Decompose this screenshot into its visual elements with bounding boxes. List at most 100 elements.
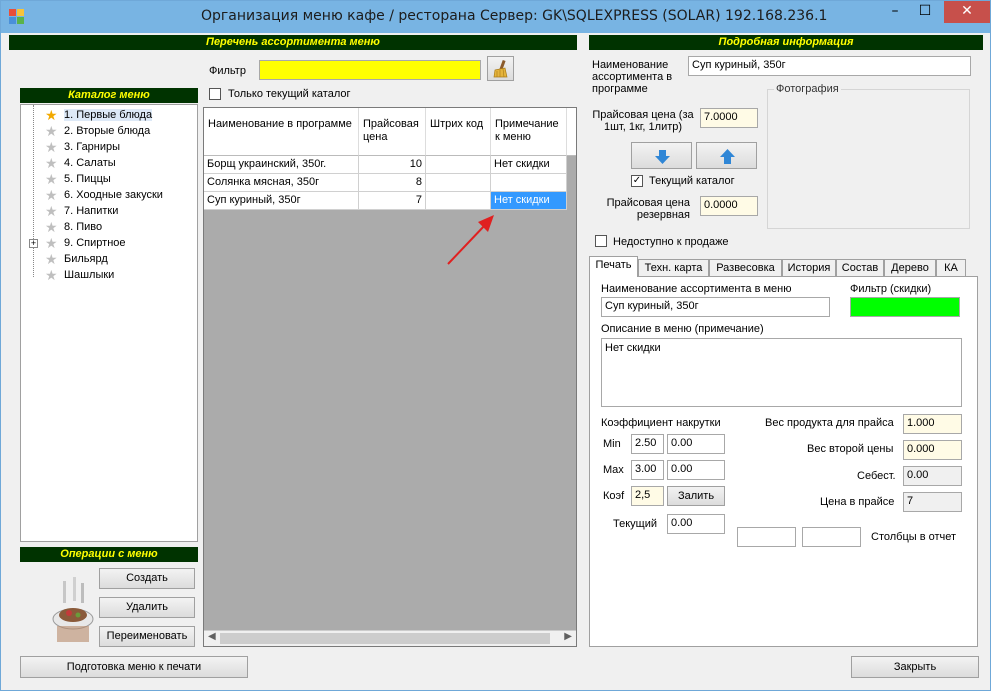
horizontal-scrollbar[interactable]: ◀ ▶ <box>204 630 576 646</box>
cell-note[interactable] <box>491 174 567 192</box>
arrow-up-icon <box>720 149 735 164</box>
main-window: Организация меню кафе / ресторана Сервер… <box>0 0 991 691</box>
star-icon: ★ <box>45 139 58 155</box>
cell-price[interactable]: 10 <box>359 156 426 174</box>
tree-item-shashlik[interactable]: ★ Шашлыки <box>21 268 197 284</box>
tree-item-second-courses[interactable]: ★ 2. Вторые блюда <box>21 124 197 140</box>
tree-item-spirits[interactable]: + ★ 9. Спиртное <box>21 236 197 252</box>
scroll-right-icon[interactable]: ▶ <box>564 631 572 642</box>
current-markup-input[interactable]: 0.00 <box>667 514 725 534</box>
star-icon: ★ <box>45 107 58 123</box>
min-input[interactable]: 2.50 <box>631 434 664 454</box>
star-icon: ★ <box>45 155 58 171</box>
tab-composition[interactable]: Состав <box>836 259 884 277</box>
maximize-button[interactable]: ☐ <box>911 1 939 23</box>
catalog-tree[interactable]: ★ 1. Первые блюда ★ 2. Вторые блюда ★ 3.… <box>20 104 198 542</box>
delete-button[interactable]: Удалить <box>99 597 195 618</box>
cell-name[interactable]: Солянка мясная, 350г <box>204 174 359 192</box>
max-input[interactable]: 3.00 <box>631 460 664 480</box>
filter-input[interactable] <box>259 60 481 80</box>
second-weight-input[interactable]: 0.000 <box>903 440 962 460</box>
column-header-note[interactable]: Примечание к меню <box>491 108 567 156</box>
report-column-input-2[interactable] <box>802 527 861 547</box>
cell-barcode[interactable] <box>426 156 491 174</box>
column-header-barcode[interactable]: Штрих код <box>426 108 491 156</box>
cell-price[interactable]: 8 <box>359 174 426 192</box>
max-extra-input[interactable]: 0.00 <box>667 460 725 480</box>
tree-item-pizzas[interactable]: ★ 5. Пиццы <box>21 172 197 188</box>
reserve-price-input[interactable]: 0.0000 <box>700 196 758 216</box>
column-header-price[interactable]: Прайсовая цена <box>359 108 426 156</box>
min-extra-input[interactable]: 0.00 <box>667 434 725 454</box>
name-in-program-input[interactable]: Суп куриный, 350г <box>688 56 971 76</box>
tree-item-first-courses[interactable]: ★ 1. Первые блюда <box>21 108 197 124</box>
scroll-thumb[interactable] <box>220 633 550 644</box>
cell-name[interactable]: Суп куриный, 350г <box>204 192 359 210</box>
tree-item-label: 3. Гарниры <box>64 141 121 153</box>
price-in-list-input: 7 <box>903 492 962 512</box>
tree-item-billiards[interactable]: ★ Бильярд <box>21 252 197 268</box>
tree-item-label: 4. Салаты <box>64 157 116 169</box>
description-textarea[interactable]: Нет скидки <box>601 338 962 407</box>
tree-item-label: 7. Напитки <box>64 205 119 217</box>
cost-input: 0.00 <box>903 466 962 486</box>
expand-icon[interactable]: + <box>29 239 38 248</box>
tree-item-label: Бильярд <box>64 253 108 265</box>
tree-item-label: 9. Спиртное <box>64 237 126 249</box>
price-input[interactable]: 7.0000 <box>700 108 758 128</box>
fill-button[interactable]: Залить <box>667 486 725 506</box>
cell-barcode[interactable] <box>426 174 491 192</box>
star-icon: ★ <box>45 203 58 219</box>
tree-item-label: 1. Первые блюда <box>64 109 153 121</box>
prepare-print-button[interactable]: Подготовка меню к печати <box>20 656 248 678</box>
tree-item-cold-snacks[interactable]: ★ 6. Хоодные закуски <box>21 188 197 204</box>
cell-name[interactable]: Борщ украинский, 350г. <box>204 156 359 174</box>
tree-item-drinks[interactable]: ★ 7. Напитки <box>21 204 197 220</box>
discount-filter-input[interactable] <box>850 297 960 317</box>
only-current-catalog-checkbox[interactable] <box>209 88 221 100</box>
tree-item-beer[interactable]: ★ 8. Пиво <box>21 220 197 236</box>
star-icon: ★ <box>45 267 58 283</box>
report-column-input-1[interactable] <box>737 527 796 547</box>
close-button[interactable]: Закрыть <box>851 656 979 678</box>
price-in-list-label: Цена в прайсе <box>820 496 895 508</box>
rename-button[interactable]: Переименовать <box>99 626 195 647</box>
star-icon: ★ <box>45 235 58 251</box>
close-window-button[interactable]: ✕ <box>944 1 990 23</box>
clear-filter-button[interactable] <box>487 56 514 81</box>
weight-input[interactable]: 1.000 <box>903 414 962 434</box>
scroll-left-icon[interactable]: ◀ <box>208 631 216 642</box>
tree-item-garnish[interactable]: ★ 3. Гарниры <box>21 140 197 156</box>
tab-weighing[interactable]: Развесовка <box>709 259 782 277</box>
star-icon: ★ <box>45 123 58 139</box>
tab-history[interactable]: История <box>782 259 836 277</box>
tab-tree[interactable]: Дерево <box>884 259 936 277</box>
menu-name-input[interactable]: Суп куриный, 350г <box>601 297 830 317</box>
food-image <box>52 577 94 642</box>
title-bar[interactable]: Организация меню кафе / ресторана Сервер… <box>1 1 990 33</box>
move-up-button[interactable] <box>696 142 757 169</box>
tree-item-salads[interactable]: ★ 4. Салаты <box>21 156 197 172</box>
star-icon: ★ <box>45 219 58 235</box>
tab-tech-card[interactable]: Техн. карта <box>638 259 709 277</box>
unavailable-checkbox[interactable] <box>595 235 607 247</box>
koef-input[interactable]: 2,5 <box>631 486 664 506</box>
current-catalog-checkbox[interactable]: ✓ <box>631 175 643 187</box>
tab-ka[interactable]: КА <box>936 259 966 277</box>
assortment-grid[interactable]: Наименование в программе Прайсовая цена … <box>203 107 577 647</box>
weight-label: Вес продукта для прайса <box>765 417 894 429</box>
create-button[interactable]: Создать <box>99 568 195 589</box>
cell-note[interactable]: Нет скидки <box>491 156 567 174</box>
tab-print[interactable]: Печать <box>589 256 638 277</box>
markup-label: Коэффициент накрутки <box>601 417 721 429</box>
cell-price[interactable]: 7 <box>359 192 426 210</box>
column-header-name[interactable]: Наименование в программе <box>204 108 359 156</box>
minimize-button[interactable]: – <box>881 1 909 23</box>
operations-header: Операции с меню <box>20 547 198 562</box>
move-down-button[interactable] <box>631 142 692 169</box>
annotation-arrow-icon <box>447 215 494 265</box>
tree-item-label: 5. Пиццы <box>64 173 111 185</box>
price-label: Прайсовая цена (за 1шт, 1кг, 1литр) <box>592 109 694 133</box>
column-header-extra[interactable] <box>567 108 576 156</box>
tree-item-label: Шашлыки <box>64 269 115 281</box>
